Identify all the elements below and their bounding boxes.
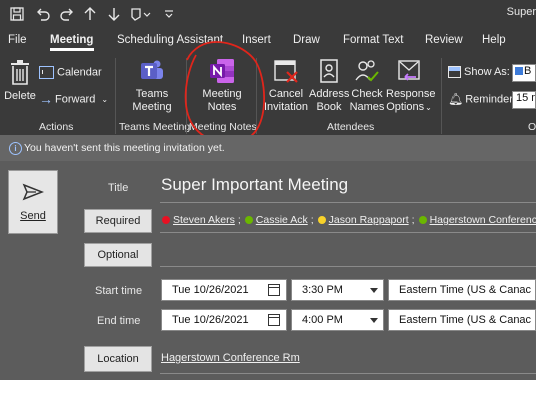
info-message: You haven't sent this meeting invitation… — [24, 142, 225, 154]
bottom-area — [0, 380, 536, 401]
start-time-select[interactable]: 3:30 PM — [291, 279, 384, 301]
send-icon — [22, 183, 45, 201]
start-timezone-select[interactable]: Eastern Time (US & Canac — [388, 279, 536, 301]
attendee-name[interactable]: Cassie Ack — [256, 214, 308, 226]
title-underline — [160, 202, 536, 203]
status-tentative-icon — [317, 216, 326, 224]
calendar-icon[interactable] — [268, 314, 280, 326]
info-icon: i — [9, 142, 22, 155]
end-date-picker[interactable]: Tue 10/26/2021 — [161, 309, 287, 331]
start-timezone-value: Eastern Time (US & Canac — [399, 284, 532, 296]
title-label: Title — [108, 182, 129, 194]
end-timezone-value: Eastern Time (US & Canac — [399, 314, 532, 326]
send-label: Send — [20, 210, 46, 222]
location-button[interactable]: Location — [84, 346, 152, 372]
chevron-down-icon[interactable] — [370, 288, 378, 293]
end-date-value: Tue 10/26/2021 — [172, 314, 249, 326]
meeting-form — [0, 135, 536, 380]
attendee-name[interactable]: Steven Akers — [173, 214, 235, 226]
attendee-name[interactable]: Hagerstown Conference Rm — [430, 214, 536, 226]
required-underline — [160, 232, 536, 233]
start-date-picker[interactable]: Tue 10/26/2021 — [161, 279, 287, 301]
end-timezone-select[interactable]: Eastern Time (US & Canac — [388, 309, 536, 331]
info-bar: i You haven't sent this meeting invitati… — [0, 135, 536, 161]
status-busy-icon — [162, 216, 170, 224]
optional-underline — [160, 266, 536, 267]
end-time-select[interactable]: 4:00 PM — [291, 309, 384, 331]
optional-button[interactable]: Optional — [84, 243, 152, 267]
status-available-icon — [244, 216, 253, 224]
start-time-label: Start time — [95, 285, 143, 297]
chevron-down-icon[interactable] — [370, 318, 378, 323]
required-button[interactable]: Required — [84, 209, 152, 233]
title-input[interactable]: Super Important Meeting — [161, 175, 348, 195]
calendar-icon[interactable] — [268, 284, 280, 296]
attendee-name[interactable]: Jason Rappaport — [329, 214, 409, 226]
location-input[interactable]: Hagerstown Conference Rm — [161, 352, 300, 364]
start-time-value: 3:30 PM — [302, 284, 343, 296]
end-time-label: End time — [97, 315, 141, 327]
end-time-value: 4:00 PM — [302, 314, 343, 326]
location-underline — [160, 373, 536, 374]
start-date-value: Tue 10/26/2021 — [172, 284, 249, 296]
required-attendees-field[interactable]: Steven Akers; Cassie Ack; Jason Rappapor… — [162, 214, 536, 226]
status-available-icon — [418, 216, 427, 224]
send-button[interactable]: Send — [8, 170, 58, 234]
